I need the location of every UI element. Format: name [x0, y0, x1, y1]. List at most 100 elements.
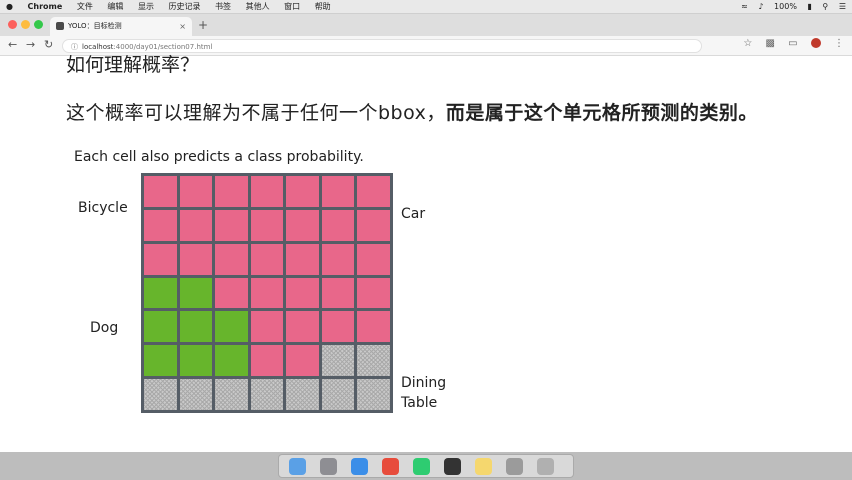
label-table: Table — [401, 395, 438, 411]
grid-cell-car — [357, 243, 390, 275]
grid-cell-dog — [179, 345, 213, 377]
grid-cell-dining — [321, 345, 355, 377]
menu-item-edit[interactable]: 编辑 — [107, 2, 123, 11]
tab-strip: YOLO：目标检测 × + — [0, 14, 852, 36]
grid-cell-dining — [357, 379, 390, 410]
forward-arrow-icon[interactable]: → — [26, 38, 35, 51]
grid-cell-car — [286, 243, 319, 275]
menu-app-name[interactable]: Chrome — [28, 2, 63, 11]
finder-icon[interactable] — [289, 458, 306, 475]
profile-avatar[interactable] — [810, 38, 821, 48]
launchpad-icon[interactable] — [320, 458, 337, 475]
grid-cell-car — [357, 277, 390, 309]
grid-cell-car — [250, 243, 284, 275]
grid-cell-car — [321, 311, 355, 343]
menu-item-view[interactable]: 显示 — [138, 2, 154, 11]
browser-tab-yolo[interactable]: YOLO：目标检测 × — [50, 17, 192, 36]
search-icon[interactable]: ⚲ — [822, 2, 828, 11]
trash-icon[interactable] — [537, 458, 554, 475]
grid-cell-dining — [250, 379, 284, 410]
preferences-icon[interactable] — [506, 458, 523, 475]
grid-cell-dog — [215, 311, 248, 343]
grid-cell-car — [357, 311, 390, 343]
apple-menu-icon[interactable]: ● — [6, 2, 13, 11]
label-bicycle: Bicycle — [78, 200, 128, 216]
grid-cell-car — [250, 345, 284, 377]
grid-cell-dining — [357, 345, 390, 377]
battery-percent[interactable]: 100% — [774, 2, 797, 11]
grid-cell-car — [179, 176, 213, 207]
menu-item-help[interactable]: 帮助 — [315, 2, 331, 11]
grid-cell-car — [357, 176, 390, 207]
grid-cell-car — [215, 209, 248, 241]
figure-caption: Each cell also predicts a class probabil… — [74, 149, 364, 165]
favicon-icon — [56, 22, 64, 30]
menu-list-icon[interactable]: ☰ — [839, 2, 846, 11]
tab-close-icon[interactable]: × — [179, 17, 186, 36]
slide-answer-part1: 这个概率可以理解为不属于任何一个bbox， — [66, 102, 446, 124]
safari-icon[interactable] — [351, 458, 368, 475]
reload-icon[interactable]: ↻ — [44, 38, 53, 51]
grid-cell-dog — [144, 311, 177, 343]
slide-answer-part2: 而是属于这个单元格所预测的类别。 — [445, 102, 758, 124]
grid-cell-car — [215, 176, 248, 207]
grid-cell-car — [321, 277, 355, 309]
cast-icon[interactable]: ▭ — [788, 38, 797, 49]
menu-item-file[interactable]: 文件 — [77, 2, 93, 11]
grid-cell-dining — [179, 379, 213, 410]
bookmark-star-icon[interactable]: ☆ — [743, 38, 752, 49]
grid-cell-dog — [179, 277, 213, 309]
grid-cell-car — [250, 209, 284, 241]
grid-cell-dog — [144, 345, 177, 377]
terminal-icon[interactable] — [444, 458, 461, 475]
grid-cell-car — [321, 243, 355, 275]
new-tab-button[interactable]: + — [198, 18, 208, 32]
menu-bar-status: ≈ ♪ 100% ▮ ⚲ ☰ — [733, 0, 846, 14]
label-dog: Dog — [90, 320, 119, 336]
grid-cell-car — [321, 209, 355, 241]
grid-cell-car — [215, 277, 248, 309]
grid-cell-dog — [215, 345, 248, 377]
battery-icon[interactable]: ▮ — [807, 2, 811, 11]
back-arrow-icon[interactable]: ← — [8, 38, 17, 51]
grid-cell-dog — [179, 311, 213, 343]
grid-cell-car — [321, 176, 355, 207]
tab-title: YOLO：目标检测 — [68, 22, 122, 30]
notes-icon[interactable] — [475, 458, 492, 475]
extension-icon[interactable]: ▩ — [766, 38, 775, 49]
grid-cell-car — [144, 209, 177, 241]
grid-cell-dining — [286, 379, 319, 410]
grid-cell-car — [179, 243, 213, 275]
grid-cell-car — [144, 176, 177, 207]
grid-cell-car — [286, 277, 319, 309]
more-menu-icon[interactable]: ⋮ — [834, 38, 844, 49]
chrome-icon[interactable] — [382, 458, 399, 475]
grid-cell-car — [215, 243, 248, 275]
grid-cell-car — [357, 209, 390, 241]
wifi-icon[interactable]: ≈ — [741, 2, 748, 11]
dock — [278, 454, 574, 478]
grid-cell-dining — [321, 379, 355, 410]
grid-cell-car — [250, 176, 284, 207]
window-minimize-button[interactable] — [21, 20, 30, 29]
menu-bar-left: ● Chrome 文件 编辑 显示 历史记录 书签 其他人 窗口 帮助 — [6, 0, 343, 14]
slide-answer: 这个概率可以理解为不属于任何一个bbox，而是属于这个单元格所预测的类别。 — [66, 98, 758, 125]
grid-cell-car — [179, 209, 213, 241]
menu-bar: ● Chrome 文件 编辑 显示 历史记录 书签 其他人 窗口 帮助 ≈ ♪ … — [0, 0, 852, 14]
menu-item-window[interactable]: 窗口 — [284, 2, 300, 11]
volume-icon[interactable]: ♪ — [758, 2, 763, 11]
grid-cell-car — [286, 176, 319, 207]
grid-cell-dining — [215, 379, 248, 410]
pycharm-icon[interactable] — [413, 458, 430, 475]
label-car: Car — [401, 206, 426, 222]
grid-cell-car — [286, 311, 319, 343]
menu-item-bookmarks[interactable]: 书签 — [215, 2, 231, 11]
menu-item-history[interactable]: 历史记录 — [169, 2, 201, 11]
window-zoom-button[interactable] — [34, 20, 43, 29]
grid-cell-dining — [144, 379, 177, 410]
menu-item-people[interactable]: 其他人 — [246, 2, 270, 11]
window-close-button[interactable] — [8, 20, 17, 29]
grid-cell-car — [250, 277, 284, 309]
slide-question: 如何理解概率？ — [66, 54, 200, 76]
grid-cell-car — [286, 345, 319, 377]
